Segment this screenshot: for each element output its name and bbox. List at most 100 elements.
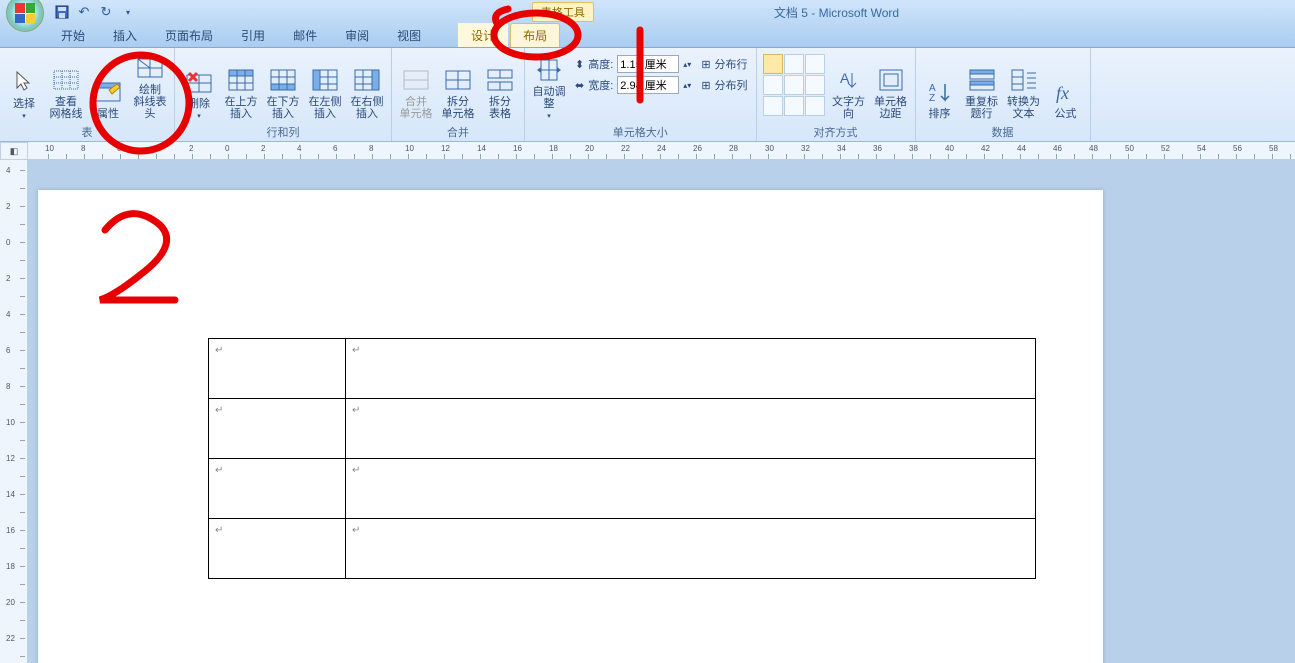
insert-above-button[interactable]: 在上方 插入 — [221, 50, 261, 122]
table-cell[interactable] — [209, 339, 346, 399]
group-data: AZ 排序 重复标题行 转换为文本 fx 公式 数据 — [916, 48, 1091, 141]
delete-icon — [185, 68, 213, 96]
repeat-header-button[interactable]: 重复标题行 — [962, 50, 1002, 122]
contextual-tab-group-label: 表格工具 — [532, 2, 594, 22]
table-cell[interactable] — [209, 459, 346, 519]
table-cell[interactable] — [209, 519, 346, 579]
distribute-rows-button[interactable]: ⊞分布行 — [697, 54, 751, 74]
align-br[interactable] — [805, 96, 825, 116]
delete-button[interactable]: 删除▾ — [179, 50, 219, 122]
ribbon-tabs: 开始 插入 页面布局 引用 邮件 审阅 视图 设计 布局 — [0, 24, 1295, 48]
table-cell[interactable] — [346, 339, 1036, 399]
group-cellsize: 自动调整▾ ⬍ 高度: ▴▾ ⬌ 宽度: ▴▾ ⊞分布行 ⊞分布列 单元格大小 — [525, 48, 757, 141]
draw-diagonal-header-button[interactable]: 绘制 斜线表头 — [130, 50, 170, 122]
cell-margins-icon — [877, 66, 905, 94]
width-label: 宽度: — [588, 77, 613, 93]
sort-icon: AZ — [926, 78, 954, 106]
properties-button[interactable]: 属性 — [88, 50, 128, 122]
width-spinner[interactable]: ▴▾ — [683, 81, 691, 90]
insert-right-icon — [353, 66, 381, 94]
align-tr[interactable] — [805, 54, 825, 74]
tab-view[interactable]: 视图 — [384, 23, 434, 47]
save-icon[interactable] — [54, 4, 70, 20]
split-table-button[interactable]: 拆分 表格 — [480, 50, 520, 122]
insert-below-icon — [269, 66, 297, 94]
table-cell[interactable] — [346, 519, 1036, 579]
tab-design[interactable]: 设计 — [458, 23, 508, 47]
tab-home[interactable]: 开始 — [48, 23, 98, 47]
autofit-button[interactable]: 自动调整▾ — [529, 50, 569, 122]
cell-margins-button[interactable]: 单元格 边距 — [871, 50, 911, 122]
tab-layout[interactable]: 布局 — [510, 23, 560, 47]
table-row[interactable] — [209, 339, 1036, 399]
vertical-ruler[interactable]: 420246810121416182022242628303234 — [0, 160, 28, 663]
align-ml[interactable] — [763, 75, 783, 95]
window-title: 文档 5 - Microsoft Word — [774, 4, 899, 21]
group-data-label: 数据 — [920, 123, 1086, 141]
align-tc[interactable] — [784, 54, 804, 74]
table-cell[interactable] — [346, 399, 1036, 459]
insert-below-button[interactable]: 在下方 插入 — [263, 50, 303, 122]
table-cell[interactable] — [209, 399, 346, 459]
insert-left-button[interactable]: 在左侧 插入 — [305, 50, 345, 122]
tab-mailings[interactable]: 邮件 — [280, 23, 330, 47]
tab-insert[interactable]: 插入 — [100, 23, 150, 47]
title-bar: ↶ ↻ ▾ 表格工具 文档 5 - Microsoft Word — [0, 0, 1295, 24]
undo-icon[interactable]: ↶ — [76, 4, 92, 20]
group-merge-label: 合并 — [396, 123, 520, 141]
ruler-corner: ◧ — [0, 142, 28, 160]
convert-text-icon — [1010, 66, 1038, 94]
align-bc[interactable] — [784, 96, 804, 116]
formula-icon: fx — [1052, 78, 1080, 106]
horizontal-ruler[interactable]: 1086420246810121416182022242628303234363… — [28, 142, 1295, 160]
group-table-label: 表 — [4, 123, 170, 141]
svg-text:Z: Z — [929, 93, 935, 103]
align-bl[interactable] — [763, 96, 783, 116]
document-area[interactable] — [28, 160, 1295, 663]
qat-customize-icon[interactable]: ▾ — [120, 4, 136, 20]
split-cells-button[interactable]: 拆分 单元格 — [438, 50, 478, 122]
gridlines-icon — [52, 66, 80, 94]
group-alignment-label: 对齐方式 — [761, 123, 911, 141]
insert-right-button[interactable]: 在右侧 插入 — [347, 50, 387, 122]
formula-button[interactable]: fx 公式 — [1046, 50, 1086, 122]
tab-references[interactable]: 引用 — [228, 23, 278, 47]
group-table: 选择▾ 查看 网格线 属性 绘制 斜线表头 表 — [0, 48, 175, 141]
height-input[interactable] — [617, 55, 679, 73]
group-alignment: A 文字方向 单元格 边距 对齐方式 — [757, 48, 916, 141]
align-tl[interactable] — [763, 54, 783, 74]
width-input[interactable] — [617, 76, 679, 94]
page — [38, 190, 1103, 663]
repeat-header-icon — [968, 66, 996, 94]
document-table[interactable] — [208, 338, 1036, 579]
svg-text:fx: fx — [1056, 83, 1069, 103]
table-cell[interactable] — [346, 459, 1036, 519]
text-direction-button[interactable]: A 文字方向 — [829, 50, 869, 122]
table-row[interactable] — [209, 519, 1036, 579]
height-icon: ⬍ — [575, 58, 584, 71]
distribute-cols-button[interactable]: ⊞分布列 — [697, 75, 751, 95]
align-mc[interactable] — [784, 75, 804, 95]
split-cells-icon — [444, 66, 472, 94]
merge-cells-button: 合并 单元格 — [396, 50, 436, 122]
table-row[interactable] — [209, 459, 1036, 519]
quick-access-toolbar: ↶ ↻ ▾ — [54, 4, 136, 20]
tab-review[interactable]: 审阅 — [332, 23, 382, 47]
row-height-field[interactable]: ⬍ 高度: ▴▾ — [571, 54, 695, 74]
table-row[interactable] — [209, 399, 1036, 459]
align-mr[interactable] — [805, 75, 825, 95]
redo-icon[interactable]: ↻ — [98, 4, 114, 20]
group-rows-cols: 删除▾ 在上方 插入 在下方 插入 在左侧 插入 在右侧 插入 行和列 — [175, 48, 392, 141]
sort-button[interactable]: AZ 排序 — [920, 50, 960, 122]
convert-to-text-button[interactable]: 转换为文本 — [1004, 50, 1044, 122]
alignment-grid — [761, 50, 827, 120]
height-label: 高度: — [588, 56, 613, 72]
col-width-field[interactable]: ⬌ 宽度: ▴▾ — [571, 75, 695, 95]
select-button[interactable]: 选择▾ — [4, 50, 44, 122]
insert-above-icon — [227, 66, 255, 94]
tab-pagelayout[interactable]: 页面布局 — [152, 23, 226, 47]
height-spinner[interactable]: ▴▾ — [683, 60, 691, 69]
office-logo-icon — [15, 3, 35, 23]
view-gridlines-button[interactable]: 查看 网格线 — [46, 50, 86, 122]
split-table-icon — [486, 66, 514, 94]
